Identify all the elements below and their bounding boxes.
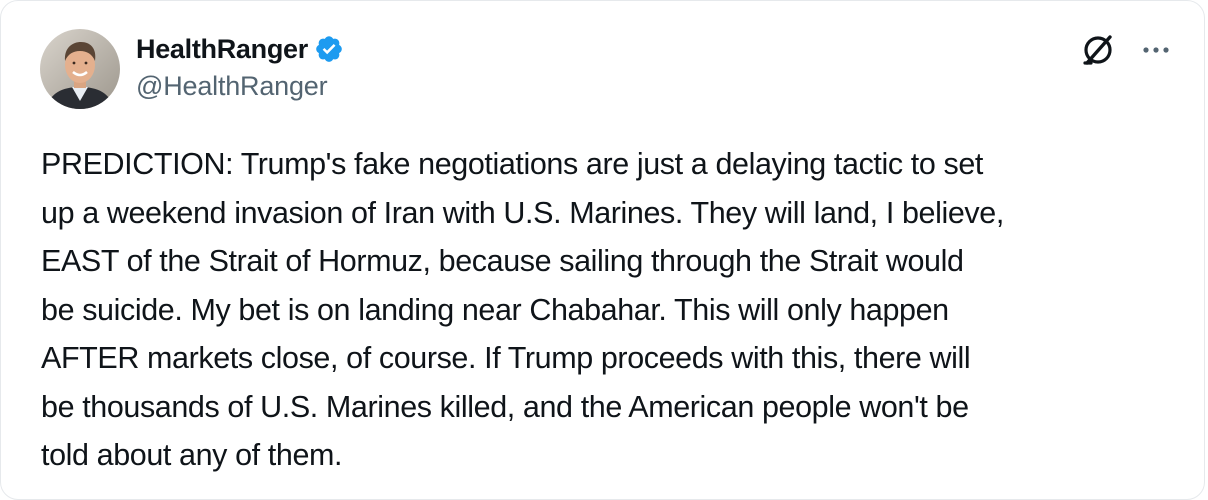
- grok-icon[interactable]: [1081, 33, 1115, 67]
- author-name-row[interactable]: HealthRanger: [136, 31, 344, 67]
- more-options-icon[interactable]: [1141, 35, 1171, 65]
- author-display-name[interactable]: HealthRanger: [136, 34, 308, 65]
- verified-badge-icon[interactable]: [314, 34, 344, 64]
- author-avatar[interactable]: [40, 29, 120, 109]
- avatar-image: [40, 29, 120, 109]
- post-text: PREDICTION: Trump's fake negotiations ar…: [41, 147, 1004, 472]
- author-handle[interactable]: @HealthRanger: [136, 71, 328, 102]
- post-card[interactable]: HealthRanger @HealthRanger PREDICTION: T…: [0, 0, 1205, 500]
